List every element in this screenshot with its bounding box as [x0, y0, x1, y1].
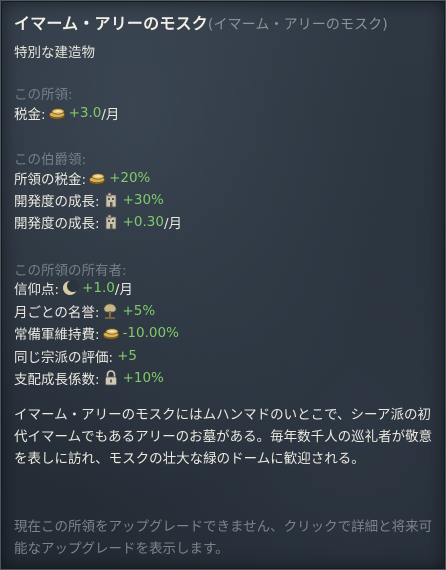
- crescent-moon-icon: [61, 279, 80, 297]
- development-growth-monthly-row: 開発度の成長: +0.30 /月: [14, 211, 182, 233]
- holding-tax-modifier-row: 所領の税金: +20%: [14, 167, 150, 189]
- development-growth-value: +30%: [122, 192, 164, 208]
- building-title: イマーム・アリーのモスク: [14, 14, 208, 33]
- holding-tax-value: +20%: [109, 170, 151, 186]
- development-growth-monthly-value: +0.30: [122, 214, 164, 230]
- prestige-label: 月ごとの名誉:: [14, 305, 100, 321]
- control-growth-value: +10%: [122, 370, 164, 386]
- building-type: 特別な建造物: [14, 45, 95, 61]
- building-tooltip: イマーム・アリーのモスク(イマーム・アリーのモスク) 特別な建造物 この所領: …: [0, 0, 446, 570]
- holding-tax-label: 所領の税金:: [14, 172, 87, 188]
- tax-unit: /月: [101, 107, 120, 123]
- section-heading-county: この伯爵領:: [14, 152, 87, 168]
- army-upkeep-value: -10.00%: [122, 325, 179, 341]
- same-faith-opinion-label: 同じ宗派の評価:: [14, 350, 114, 366]
- holding-tax-row: 税金: +3.0 /月: [14, 102, 119, 124]
- upgrade-hint: 現在この所領をアップグレードできません、クリックで詳細と将来可能なアップグレード…: [14, 519, 433, 557]
- padlock-icon: [102, 369, 120, 387]
- building-title-alt: (イマーム・アリーのモスク): [207, 17, 388, 33]
- development-icon: [102, 213, 120, 231]
- development-growth-monthly-label: 開発度の成長:: [14, 216, 100, 232]
- piety-value: +1.0: [82, 280, 115, 296]
- prestige-value: +5%: [122, 303, 156, 319]
- prestige-row: 月ごとの名誉: +5%: [14, 300, 155, 322]
- gold-coins-icon: [48, 104, 66, 122]
- development-growth-monthly-unit: /月: [163, 216, 182, 232]
- army-upkeep-row: 常備軍維持費: -10.00%: [14, 322, 179, 344]
- section-heading-owner: この所領の所有者:: [14, 263, 127, 279]
- same-faith-opinion-value: +5: [117, 348, 137, 364]
- army-upkeep-label: 常備軍維持費:: [14, 327, 100, 343]
- tooltip-header: イマーム・アリーのモスク(イマーム・アリーのモスク): [14, 10, 388, 34]
- piety-label: 信仰点:: [14, 282, 60, 298]
- control-growth-label: 支配成長係数:: [14, 372, 100, 388]
- piety-row: 信仰点: +1.0 /月: [14, 277, 133, 299]
- development-growth-label: 開発度の成長:: [14, 194, 100, 210]
- development-icon: [102, 191, 120, 209]
- prestige-tree-icon: [101, 302, 119, 320]
- piety-unit: /月: [114, 282, 133, 298]
- development-growth-row: 開発度の成長: +30%: [14, 189, 164, 211]
- control-growth-row: 支配成長係数: +10%: [14, 367, 164, 389]
- gold-coins-icon: [88, 169, 106, 187]
- tax-label: 税金:: [14, 107, 46, 123]
- section-heading-holding: この所領:: [14, 87, 73, 103]
- tax-value: +3.0: [68, 105, 102, 121]
- building-description: イマーム・アリーのモスクにはムハンマドのいとこで、シーア派の初代イマームでもある…: [14, 407, 433, 467]
- same-faith-opinion-row: 同じ宗派の評価: +5: [14, 345, 137, 367]
- gold-coins-icon: [102, 324, 120, 342]
